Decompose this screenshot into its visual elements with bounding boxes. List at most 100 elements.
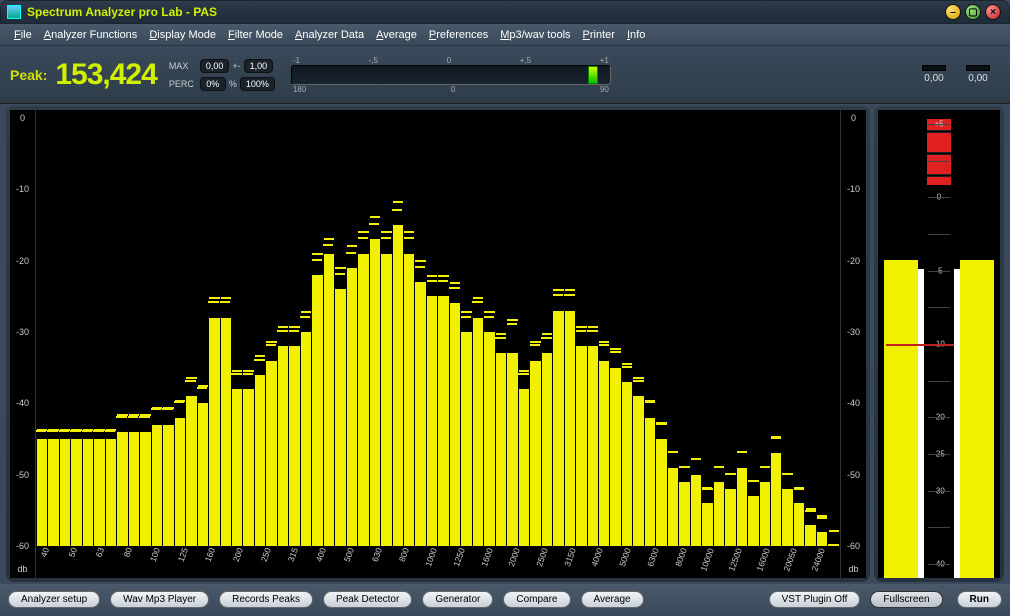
max-range[interactable]: 1,00	[244, 59, 274, 73]
readout-1: 0,00	[924, 73, 943, 84]
peak-marker	[404, 231, 414, 233]
vu-scale: +50-5-10-20-25-30-40	[924, 110, 954, 578]
menu-printer[interactable]: Printer	[577, 27, 621, 43]
peak-marker	[565, 289, 575, 291]
peak-marker	[473, 297, 483, 299]
peak-marker	[438, 275, 448, 277]
spectrum-bar	[737, 468, 747, 546]
peak-marker	[519, 370, 529, 372]
wav-mp3-player-button[interactable]: Wav Mp3 Player	[110, 591, 209, 608]
spectrum-bar	[37, 439, 47, 546]
peak-detector-button[interactable]: Peak Detector	[323, 591, 412, 608]
peak-line	[185, 380, 195, 382]
correlation-meter: -1-,50+,5+1 180090	[291, 56, 611, 94]
fullscreen-button[interactable]: Fullscreen	[870, 591, 942, 608]
peak-marker	[530, 341, 540, 343]
vst-plugin-button[interactable]: VST Plugin Off	[769, 591, 861, 608]
perc-unit: %	[229, 79, 237, 89]
peak-line	[760, 466, 770, 468]
x-axis: 4050638010012516020025031540050063080010…	[36, 548, 840, 578]
spectrum-bar	[588, 346, 598, 546]
peak-marker	[553, 289, 563, 291]
peak-line	[36, 430, 46, 432]
maximize-icon[interactable]: ▢	[965, 4, 981, 20]
bottom-toolbar: Analyzer setup Wav Mp3 Player Records Pe…	[0, 584, 1010, 614]
peak-line	[208, 301, 218, 303]
peak-marker	[622, 363, 632, 365]
spectrum-bar	[507, 353, 517, 546]
spectrum-bar	[163, 425, 173, 546]
peak-line	[254, 359, 264, 361]
peak-marker	[243, 370, 253, 372]
perc-val2[interactable]: 100%	[240, 77, 275, 91]
max-val[interactable]: 0,00	[200, 59, 230, 73]
spectrum-panel: 0-10-20-30-40-50-60db 405063801001251602…	[6, 106, 870, 582]
spectrum-bar	[60, 439, 70, 546]
vu-right-peak	[954, 269, 960, 578]
readout-2: 0,00	[968, 73, 987, 84]
spectrum-bar	[370, 239, 380, 546]
generator-button[interactable]: Generator	[422, 591, 493, 608]
minimize-icon[interactable]: –	[945, 4, 961, 20]
peak-line	[829, 530, 839, 532]
menu-filter-mode[interactable]: Filter Mode	[222, 27, 289, 43]
spectrum-bar	[266, 361, 276, 546]
peak-line	[392, 209, 402, 211]
spectrum-bar	[691, 475, 701, 546]
peak-line	[70, 430, 80, 432]
menu-info[interactable]: Info	[621, 27, 651, 43]
max-unit: +-	[232, 61, 240, 71]
peak-line	[105, 430, 115, 432]
run-button[interactable]: Run	[957, 591, 1002, 608]
peak-line	[553, 294, 563, 296]
readout-bar-1	[922, 65, 946, 71]
peak-line	[541, 337, 551, 339]
spectrum-bar	[278, 346, 288, 546]
close-icon[interactable]: ×	[985, 4, 1001, 20]
menu-average[interactable]: Average	[370, 27, 423, 43]
menu-preferences[interactable]: Preferences	[423, 27, 494, 43]
spectrum-bar	[553, 311, 563, 546]
y-axis-right: 0-10-20-30-40-50-60db	[840, 110, 866, 578]
peak-line	[656, 423, 666, 425]
peak-line	[576, 330, 586, 332]
correlation-track[interactable]	[291, 65, 611, 85]
peak-line	[507, 323, 517, 325]
menu-analyzer-data[interactable]: Analyzer Data	[289, 27, 370, 43]
peak-marker	[289, 326, 299, 328]
peak-marker	[347, 245, 357, 247]
menu-analyzer-functions[interactable]: Analyzer Functions	[38, 27, 144, 43]
spectrum-bar	[484, 332, 494, 546]
peak-marker	[450, 282, 460, 284]
spectrum-bar	[48, 439, 58, 546]
perc-val1[interactable]: 0%	[200, 77, 226, 91]
records-peaks-button[interactable]: Records Peaks	[219, 591, 313, 608]
peak-value: 153,424	[55, 58, 156, 92]
spectrum-bar	[668, 468, 678, 546]
peak-marker	[599, 341, 609, 343]
peak-line	[277, 330, 287, 332]
peak-line	[346, 252, 356, 254]
menu-display-mode[interactable]: Display Mode	[143, 27, 222, 43]
average-button[interactable]: Average	[581, 591, 644, 608]
window-title: Spectrum Analyzer pro Lab - PAS	[27, 5, 217, 19]
analyzer-setup-button[interactable]: Analyzer setup	[8, 591, 100, 608]
menu-mp3-wav-tools[interactable]: Mp3/wav tools	[494, 27, 576, 43]
correlation-pointer[interactable]	[588, 66, 598, 84]
peak-line	[714, 466, 724, 468]
peak-marker	[507, 319, 517, 321]
readouts: 0,00 0,00	[922, 65, 1000, 84]
peak-line	[461, 316, 471, 318]
spectrum-bar	[312, 275, 322, 546]
compare-button[interactable]: Compare	[503, 591, 570, 608]
peak-marker	[358, 231, 368, 233]
menu-file[interactable]: File	[8, 27, 38, 43]
peak-line	[484, 316, 494, 318]
peak-line	[358, 237, 368, 239]
peak-line	[668, 451, 678, 453]
app-icon	[7, 5, 21, 19]
spectrum-bar	[358, 254, 368, 546]
peak-line	[622, 366, 632, 368]
peak-line	[599, 344, 609, 346]
spectrum-bar	[404, 254, 414, 546]
